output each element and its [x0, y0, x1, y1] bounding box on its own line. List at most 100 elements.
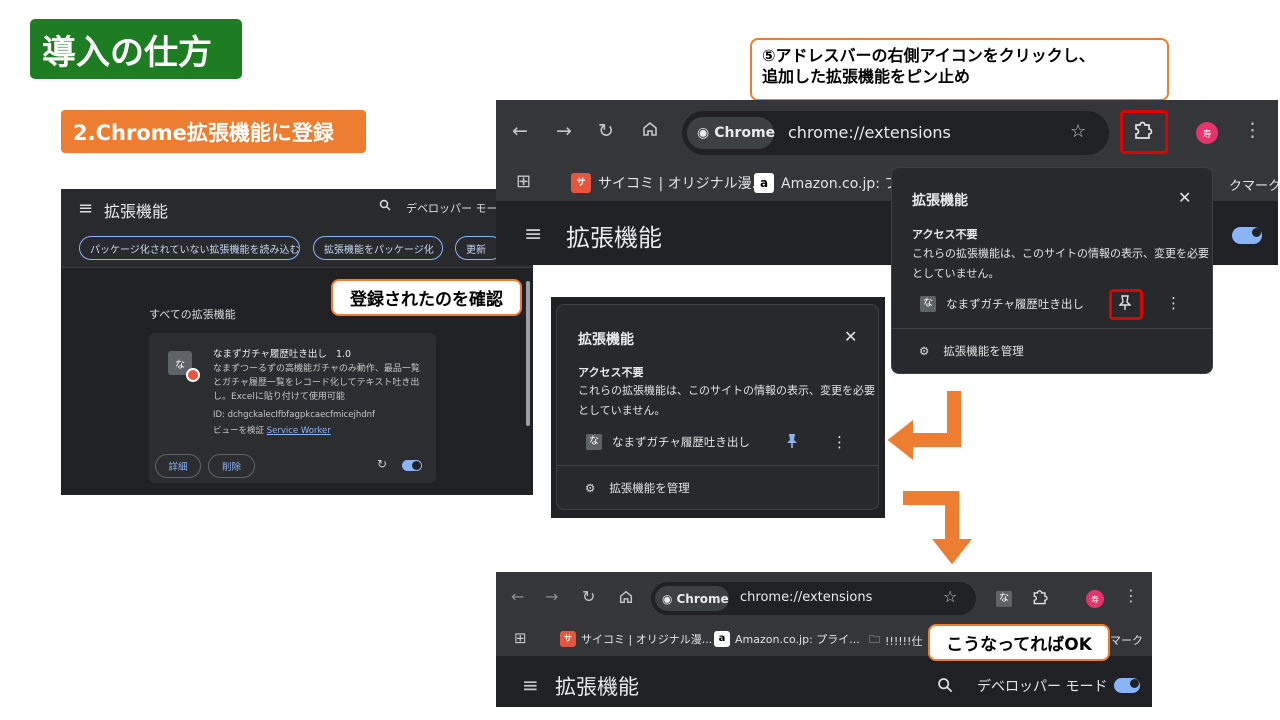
extension-description: なまずつーるずの高機能ガチャのみ動作、最品一覧とガチャ履歴一覧をレコード化してテ…	[213, 364, 420, 402]
chrome-chip-label: Chrome	[676, 591, 729, 606]
more-options-icon[interactable]: ⋮	[1166, 294, 1181, 312]
profile-avatar[interactable]: 寿	[1196, 122, 1218, 144]
search-icon[interactable]	[379, 199, 391, 215]
arrow-down-icon	[901, 489, 977, 568]
scrollbar[interactable]	[526, 281, 530, 426]
extension-version: 1.0	[335, 349, 352, 360]
service-worker-link[interactable]: Service Worker	[267, 426, 331, 436]
bookmark-amazon[interactable]: a Amazon.co.jp: プライ...	[714, 631, 860, 647]
apps-grid-icon[interactable]: ⊞	[514, 629, 527, 647]
home-icon[interactable]	[618, 588, 634, 610]
dev-mode-toggle[interactable]	[1114, 678, 1140, 693]
bookmark-saikomi-label: サイコミ | オリジナル漫...	[581, 633, 713, 646]
pinned-icon[interactable]	[786, 433, 798, 453]
hamburger-icon[interactable]: ≡	[78, 198, 93, 219]
reload-icon[interactable]: ↻	[598, 120, 614, 142]
close-icon[interactable]: ✕	[1178, 188, 1191, 207]
manage-extensions-label: 拡張機能を管理	[943, 344, 1024, 358]
reload-icon[interactable]: ↻	[582, 587, 595, 606]
menu-kebab-icon[interactable]: ⋮	[1243, 119, 1262, 141]
popup-extension-row[interactable]: な なまずガチャ履歴吐き出し	[920, 296, 1084, 312]
chrome-chip[interactable]: ◉ Chrome	[655, 586, 729, 611]
extension-enable-toggle[interactable]	[402, 460, 422, 471]
all-extensions-heading: すべての拡張機能	[149, 308, 236, 321]
remove-button[interactable]: 削除	[208, 454, 255, 478]
star-icon[interactable]: ☆	[943, 587, 957, 606]
browser-toolbar: ← → ↻ ◉ Chrome chrome://extensions ☆ な 寿 …	[496, 572, 1152, 624]
developer-mode-label: デベロッパー モード	[977, 679, 1108, 695]
forward-icon[interactable]: →	[556, 120, 572, 142]
highlight-pin-icon	[1109, 289, 1143, 320]
close-icon[interactable]: ✕	[844, 327, 857, 346]
profile-avatar[interactable]: 寿	[1086, 590, 1104, 608]
bookmark-saikomi[interactable]: サ サイコミ | オリジナル漫...	[571, 173, 765, 193]
manage-extensions-item[interactable]: ⚙ 拡張機能を管理	[585, 480, 690, 496]
menu-kebab-icon[interactable]: ⋮	[1123, 586, 1139, 605]
forward-icon[interactable]: →	[545, 587, 558, 606]
details-button[interactable]: 詳細	[155, 454, 201, 478]
inspect-views-label: ビューを検証	[213, 426, 265, 436]
bookmark-saikomi[interactable]: サ サイコミ | オリジナル漫...	[560, 631, 712, 647]
reload-icon[interactable]: ↻	[377, 457, 387, 471]
popup-extension-name: なまずガチャ履歴吐き出し	[946, 297, 1084, 311]
address-bar[interactable]: ◉ Chrome chrome://extensions ☆	[651, 582, 976, 615]
search-icon[interactable]	[937, 676, 953, 698]
highlight-extensions-icon	[1120, 110, 1168, 154]
star-icon[interactable]: ☆	[1070, 121, 1086, 142]
url-text[interactable]: chrome://extensions	[740, 590, 872, 605]
bookmark-other[interactable]: マーク	[1110, 632, 1143, 648]
back-icon[interactable]: ←	[511, 587, 524, 606]
extension-name-text: なまずガチャ履歴吐き出し	[213, 349, 327, 360]
bookmark-amazon[interactable]: a Amazon.co.jp: プ	[754, 173, 898, 193]
arrow-left-icon	[884, 389, 963, 465]
bookmark-amazon-label: Amazon.co.jp: プライ...	[735, 633, 860, 646]
extension-icon: な	[586, 434, 602, 450]
extension-icon: な	[920, 296, 936, 312]
callout-instruction-line1: ⑤アドレスバーの右側アイコンをクリックし、	[762, 46, 1095, 65]
divider	[892, 328, 1212, 329]
pinned-extension-icon[interactable]: な	[996, 591, 1012, 607]
callout-instruction: ⑤アドレスバーの右側アイコンをクリックし、 追加した拡張機能をピン止め	[750, 38, 1169, 101]
more-options-icon[interactable]: ⋮	[832, 433, 847, 451]
manage-extensions-label: 拡張機能を管理	[609, 481, 690, 495]
gear-icon: ⚙	[585, 481, 596, 495]
inspect-views: ビューを検証 Service Worker	[213, 424, 331, 436]
step-label: 2.Chrome拡張機能に登録	[61, 110, 366, 153]
manage-extensions-item[interactable]: ⚙ 拡張機能を管理	[919, 343, 1024, 359]
divider	[557, 465, 878, 466]
popup-subtitle: アクセス不要	[578, 366, 644, 379]
url-text[interactable]: chrome://extensions	[788, 123, 951, 142]
chrome-icon: ◉	[662, 591, 673, 606]
extensions-page-screenshot: ≡ 拡張機能 デベロッパー モード パッケージ化されていない拡張機能を読み込む …	[61, 189, 533, 495]
chrome-chip[interactable]: ◉ Chrome	[687, 117, 776, 149]
chrome-chip-label: Chrome	[714, 125, 776, 141]
slide-title: 導入の仕方	[30, 19, 242, 79]
bookmark-other[interactable]: クマーク	[1229, 175, 1278, 194]
page-title: 拡張機能	[555, 675, 639, 699]
saikomi-favicon: サ	[560, 631, 576, 647]
load-unpacked-button[interactable]: パッケージ化されていない拡張機能を読み込む	[79, 236, 300, 260]
folder-icon: 🗀	[869, 633, 880, 646]
home-icon[interactable]	[641, 120, 659, 143]
callout-instruction-line2: 追加した拡張機能をピン止め	[762, 67, 971, 86]
back-icon[interactable]: ←	[512, 120, 528, 142]
gear-icon: ⚙	[919, 344, 930, 358]
amazon-favicon: a	[754, 173, 774, 193]
extensions-header: ≡ 拡張機能 デベロッパー モード パッケージ化されていない拡張機能を読み込む …	[61, 189, 533, 268]
popup-extension-row[interactable]: な なまずガチャ履歴吐き出し	[586, 434, 750, 450]
pack-extension-button[interactable]: 拡張機能をパッケージ化	[313, 236, 443, 260]
popup-title: 拡張機能	[578, 332, 634, 348]
page-menu-icon[interactable]: ≡	[524, 222, 542, 247]
page-menu-icon[interactable]: ≡	[522, 673, 539, 697]
address-bar[interactable]: ◉ Chrome chrome://extensions ☆	[682, 111, 1109, 155]
dev-mode-toggle[interactable]	[1232, 227, 1262, 244]
bookmark-folder-label: !!!!!!仕	[885, 634, 923, 648]
apps-grid-icon[interactable]: ⊞	[516, 171, 531, 192]
extensions-popup-pinned: 拡張機能 ✕ アクセス不要 これらの拡張機能は、このサイトの情報の表示、変更を必…	[556, 304, 879, 510]
bookmark-folder[interactable]: 🗀 !!!!!!仕	[869, 631, 922, 650]
extensions-puzzle-icon[interactable]	[1031, 588, 1049, 611]
extension-card: な なまずガチャ履歴吐き出し 1.0 なまずつーるずの高機能ガチャのみ動作、最品…	[149, 333, 436, 483]
callout-registered: 登録されたのを確認	[331, 279, 522, 316]
popup-description: これらの拡張機能は、このサイトの情報の表示、変更を必要としていません。	[578, 384, 875, 417]
chrome-icon: ◉	[697, 125, 710, 141]
